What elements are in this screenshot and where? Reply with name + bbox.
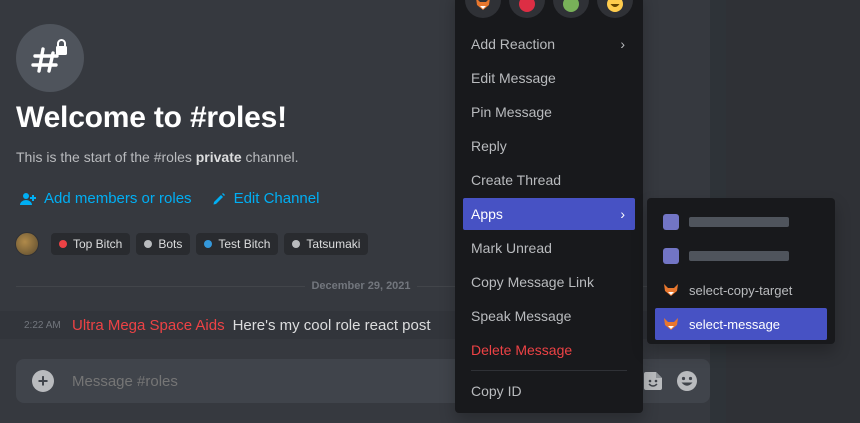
channel-start-text: This is the start of the #roles private …: [16, 149, 299, 165]
apps-item[interactable]: Apps ›: [463, 198, 635, 230]
fox-face-icon: [663, 282, 679, 298]
mark-unread-item[interactable]: Mark Unread: [463, 232, 635, 264]
menu-separator: [471, 370, 627, 371]
menu-item-label: Reply: [471, 138, 507, 154]
delete-message-item[interactable]: Delete Message: [463, 334, 635, 366]
app-item-label: select-copy-target: [689, 282, 793, 298]
pencil-icon: [213, 192, 225, 204]
role-chip-tatsumaki[interactable]: Tatsumaki: [284, 233, 369, 255]
edit-channel-button[interactable]: Edit Channel: [212, 190, 320, 207]
green-circle-icon: [563, 0, 579, 12]
edit-message-item[interactable]: Edit Message: [463, 62, 635, 94]
quick-reaction-button[interactable]: [597, 0, 633, 18]
add-members-icon: [20, 192, 36, 205]
quick-reaction-button[interactable]: [509, 0, 545, 18]
add-members-label: Add members or roles: [44, 190, 192, 207]
role-name: Test Bitch: [218, 237, 271, 251]
grinning-face-icon: [607, 0, 623, 12]
divider-date: December 29, 2021: [311, 280, 411, 292]
copy-id-item[interactable]: Copy ID: [463, 375, 635, 407]
avatar[interactable]: [15, 232, 39, 256]
menu-item-label: Edit Message: [471, 70, 556, 86]
quick-reaction-button[interactable]: [553, 0, 589, 18]
app-icon: [663, 214, 679, 230]
speak-message-item[interactable]: Speak Message: [463, 300, 635, 332]
role-color-dot: [59, 240, 67, 248]
app-item-select-message[interactable]: select-message: [655, 308, 827, 340]
emoji-icon[interactable]: [676, 370, 698, 392]
menu-item-label: Copy ID: [471, 383, 522, 399]
red-circle-icon: [519, 0, 535, 12]
menu-item-label: Add Reaction: [471, 36, 556, 52]
fox-face-icon: [663, 316, 679, 332]
redacted-label: [689, 217, 789, 227]
upload-plus-button[interactable]: +: [32, 370, 54, 392]
fox-face-icon: [476, 0, 490, 10]
menu-item-label: Copy Message Link: [471, 274, 594, 290]
divider-line: [16, 285, 306, 287]
menu-item-label: Pin Message: [471, 104, 552, 120]
sticker-icon[interactable]: [642, 370, 664, 392]
composer-icons: [642, 370, 698, 392]
message-text: Here's my cool role react post: [232, 316, 431, 334]
welcome-title: Welcome to #roles!: [16, 101, 287, 134]
message-timestamp: 2:22 AM: [24, 319, 61, 331]
role-chip-top-bitch[interactable]: Top Bitch: [51, 233, 131, 255]
reply-item[interactable]: Reply: [463, 130, 635, 162]
menu-item-label: Create Thread: [471, 172, 562, 188]
quick-reactions: [465, 0, 633, 18]
menu-item-label: Speak Message: [471, 308, 572, 324]
menu-item-label: Mark Unread: [471, 240, 552, 256]
start-text-prefix: This is the start of the #roles: [16, 149, 196, 165]
message-context-menu: Add Reaction › Edit Message Pin Message …: [455, 0, 643, 413]
chevron-right-icon: ›: [620, 36, 625, 52]
menu-item-label: Delete Message: [471, 342, 573, 358]
role-color-dot: [204, 240, 213, 248]
channel-members-row: Top Bitch Bots Test Bitch Tatsumaki: [15, 232, 369, 256]
role-chip-test-bitch[interactable]: Test Bitch: [196, 233, 279, 255]
channel-actions: Add members or roles Edit Channel: [20, 190, 319, 207]
start-text-suffix: channel.: [241, 149, 299, 165]
menu-item-label: Apps: [471, 206, 503, 222]
copy-message-link-item[interactable]: Copy Message Link: [463, 266, 635, 298]
app-item-label: select-message: [689, 316, 781, 332]
role-chip-bots[interactable]: Bots: [136, 233, 191, 255]
apps-submenu: select-copy-target select-message: [647, 198, 835, 344]
chevron-right-icon: ›: [620, 206, 625, 222]
message-author[interactable]: Ultra Mega Space Aids: [72, 317, 225, 334]
role-name: Tatsumaki: [306, 237, 361, 251]
role-color-dot: [144, 240, 153, 248]
role-name: Top Bitch: [73, 237, 123, 251]
edit-channel-label: Edit Channel: [233, 190, 320, 207]
app-item-redacted[interactable]: [655, 206, 827, 238]
quick-reaction-button[interactable]: [465, 0, 501, 18]
add-members-button[interactable]: Add members or roles: [20, 190, 192, 207]
private-channel-icon: [16, 24, 84, 92]
role-name: Bots: [158, 237, 183, 251]
pin-message-item[interactable]: Pin Message: [463, 96, 635, 128]
add-reaction-item[interactable]: Add Reaction ›: [463, 28, 635, 60]
role-color-dot: [292, 240, 301, 248]
app-item-select-copy-target[interactable]: select-copy-target: [655, 274, 827, 306]
redacted-label: [689, 251, 789, 261]
app-item-redacted[interactable]: [655, 240, 827, 272]
create-thread-item[interactable]: Create Thread: [463, 164, 635, 196]
start-text-private: private: [195, 149, 242, 165]
app-icon: [663, 248, 679, 264]
